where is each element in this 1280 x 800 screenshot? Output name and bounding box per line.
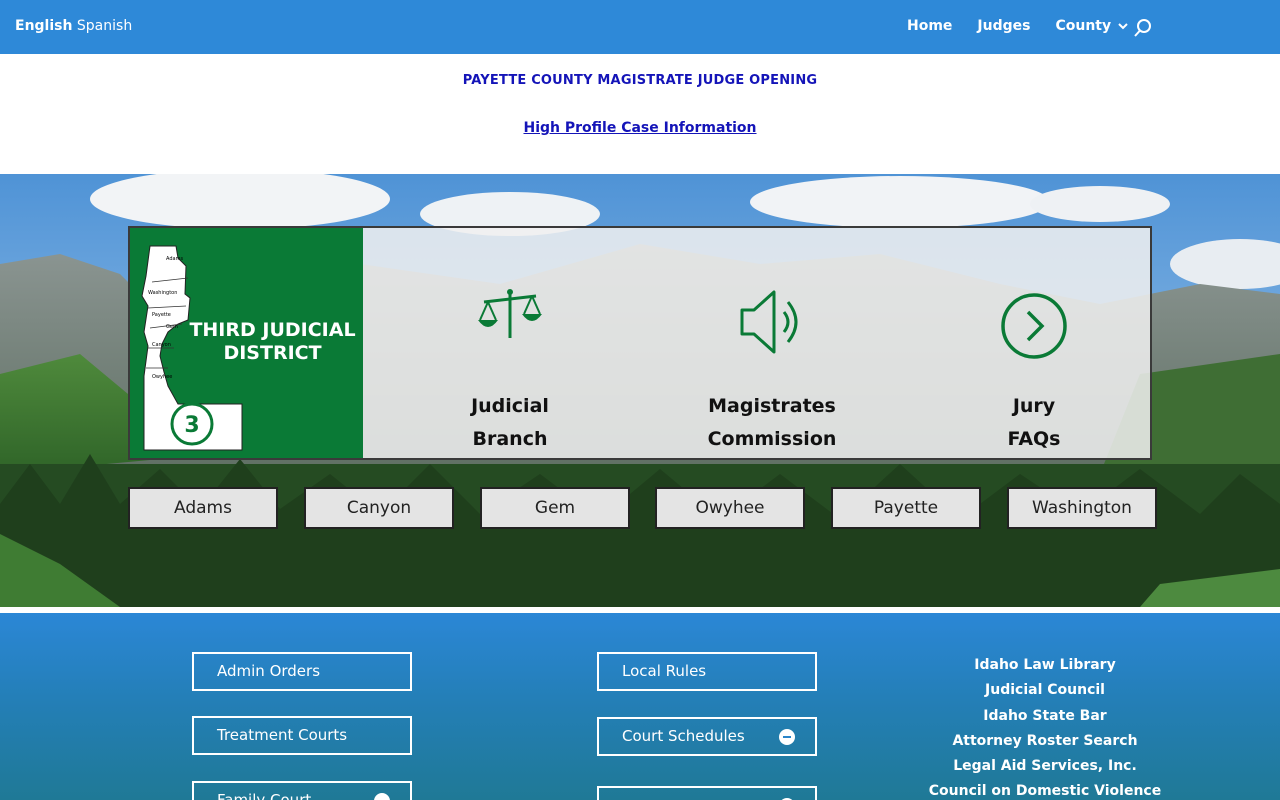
county-button-payette[interactable]: Payette — [831, 487, 981, 529]
resource-links: Idaho Law Library Judicial Council Idaho… — [920, 655, 1170, 800]
district-title-line2: DISTRICT — [223, 342, 322, 364]
jury-faqs-label: Jury FAQs — [944, 390, 1124, 456]
chevron-down-icon — [1118, 23, 1128, 30]
high-profile-case-link[interactable]: High Profile Case Information — [0, 120, 1280, 136]
link-idaho-law-library[interactable]: Idaho Law Library — [920, 655, 1170, 680]
county-button-washington[interactable]: Washington — [1007, 487, 1157, 529]
family-court-button[interactable]: Family Court — [192, 781, 412, 800]
admin-orders-button[interactable]: Admin Orders — [192, 652, 412, 691]
nav-judges[interactable]: Judges — [977, 18, 1030, 34]
arrow-circle-icon — [1001, 293, 1067, 359]
scales-icon — [478, 289, 542, 338]
link-legal-aid-services[interactable]: Legal Aid Services, Inc. — [920, 756, 1170, 781]
collapse-icon — [374, 793, 390, 800]
hero-banner: Adams Washington Payette Gem Canyon Owyh… — [0, 174, 1280, 607]
map-label-canyon: Canyon — [152, 342, 171, 348]
announcement-section: PAYETTE COUNTY MAGISTRATE JUDGE OPENING … — [0, 54, 1280, 174]
map-label-owyhee: Owyhee — [152, 374, 172, 380]
court-schedules-label: Court Schedules — [622, 727, 745, 745]
top-bar: English Spanish Home Judges County — [0, 0, 1280, 54]
lang-english-link[interactable]: English — [15, 18, 72, 34]
treatment-courts-button[interactable]: Treatment Courts — [192, 716, 412, 755]
speaker-icon — [740, 290, 798, 354]
link-judicial-council[interactable]: Judicial Council — [920, 680, 1170, 705]
judicial-branch-label: Judicial Branch — [420, 390, 600, 456]
map-label-washington: Washington — [148, 290, 177, 296]
judicial-branch-link[interactable]: Judicial Branch — [420, 228, 600, 458]
jury-faqs-link[interactable]: Jury FAQs — [944, 228, 1124, 458]
nav-county-label: County — [1055, 18, 1112, 34]
main-nav: Home Judges County — [907, 18, 1154, 34]
nav-county[interactable]: County — [1055, 18, 1129, 34]
nav-home[interactable]: Home — [907, 18, 952, 34]
county-button-canyon[interactable]: Canyon — [304, 487, 454, 529]
county-button-owyhee[interactable]: Owyhee — [655, 487, 805, 529]
link-council-domestic-violence[interactable]: Council on Domestic Violence — [920, 781, 1170, 800]
collapse-icon — [779, 729, 795, 745]
district-title-line1: THIRD JUDICIAL — [189, 319, 356, 341]
feature-line2: FAQs — [1007, 428, 1061, 450]
feature-panel: Adams Washington Payette Gem Canyon Owyh… — [128, 226, 1152, 460]
language-switcher: English Spanish — [15, 18, 132, 34]
feature-line1: Jury — [1012, 395, 1056, 417]
district-title: THIRD JUDICIAL DISTRICT — [185, 319, 360, 365]
link-attorney-roster-search[interactable]: Attorney Roster Search — [920, 731, 1170, 756]
district-number: 3 — [184, 413, 199, 438]
middle-button-3[interactable] — [597, 786, 817, 800]
magistrates-commission-label: Magistrates Commission — [682, 390, 862, 456]
feature-line2: Commission — [707, 428, 837, 450]
feature-line1: Magistrates — [708, 395, 836, 417]
court-schedules-button[interactable]: Court Schedules — [597, 717, 817, 756]
map-label-adams: Adams — [166, 256, 183, 262]
lang-spanish-link[interactable]: Spanish — [77, 18, 132, 34]
judge-opening-link[interactable]: PAYETTE COUNTY MAGISTRATE JUDGE OPENING — [0, 73, 1280, 88]
district-banner[interactable]: Adams Washington Payette Gem Canyon Owyh… — [130, 228, 363, 458]
magistrates-commission-link[interactable]: Magistrates Commission — [682, 228, 862, 458]
search-icon[interactable] — [1133, 18, 1153, 38]
link-idaho-state-bar[interactable]: Idaho State Bar — [920, 706, 1170, 731]
feature-line2: Branch — [472, 428, 548, 450]
county-button-gem[interactable]: Gem — [480, 487, 630, 529]
county-button-adams[interactable]: Adams — [128, 487, 278, 529]
map-label-payette: Payette — [152, 312, 171, 318]
map-label-gem: Gem — [166, 324, 178, 330]
feature-line1: Judicial — [471, 395, 549, 417]
local-rules-button[interactable]: Local Rules — [597, 652, 817, 691]
family-court-label: Family Court — [217, 791, 312, 800]
